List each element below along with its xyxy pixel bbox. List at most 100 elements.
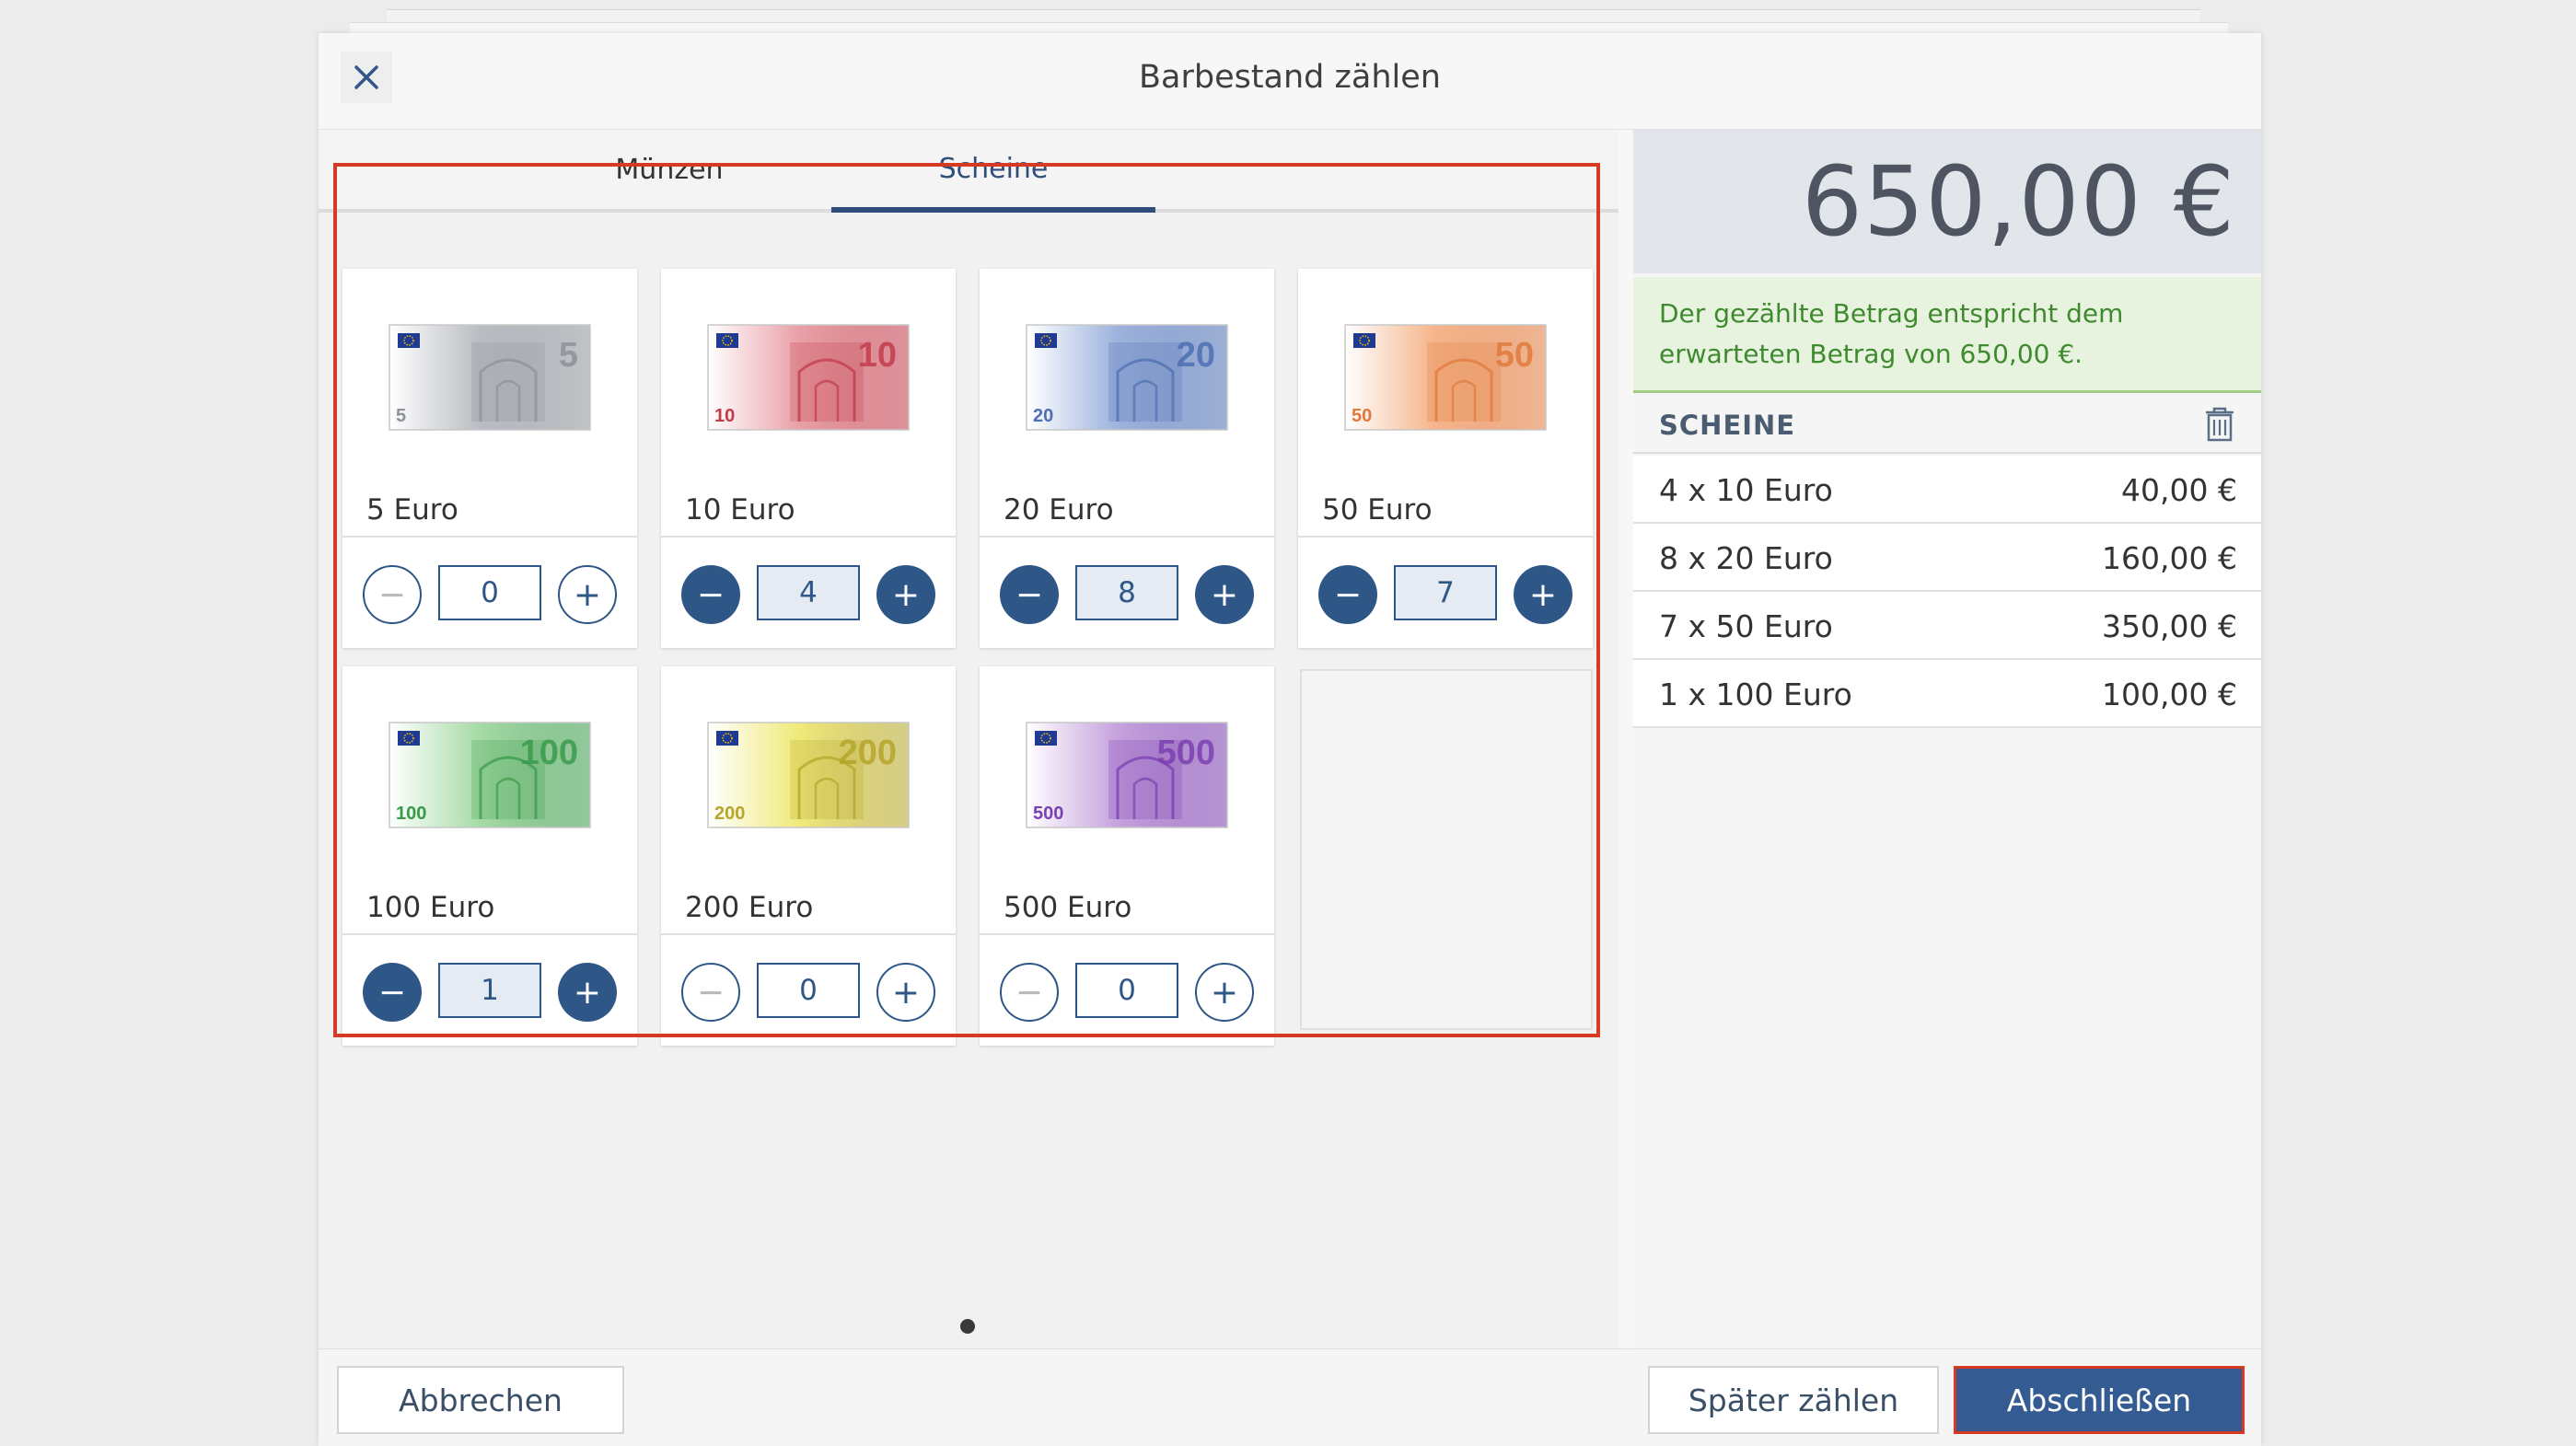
decrement-button[interactable]: − bbox=[681, 963, 740, 1022]
banknote-image: 10 10 bbox=[707, 324, 910, 431]
banknote-label: 10 Euro bbox=[685, 493, 795, 526]
denomination-tabs: Münzen Scheine bbox=[319, 130, 1619, 213]
finish-button[interactable]: Abschließen bbox=[1954, 1366, 2245, 1434]
banknote-label: 100 Euro bbox=[366, 891, 495, 924]
quantity-stepper: − 8 + bbox=[980, 538, 1274, 648]
eu-flag-icon bbox=[1353, 333, 1375, 348]
eu-flag-icon bbox=[1035, 333, 1057, 348]
banknote-card: 500 500 500 Euro − 0 + bbox=[980, 666, 1274, 1046]
decrement-button[interactable]: − bbox=[1000, 565, 1059, 624]
dialog-title: Barbestand zählen bbox=[1139, 59, 1441, 96]
increment-button[interactable]: + bbox=[1195, 963, 1254, 1022]
empty-slot bbox=[1300, 669, 1593, 1030]
total-box: 650,00 € bbox=[1633, 130, 2261, 273]
dialog-header: Barbestand zählen bbox=[319, 33, 2261, 130]
decrement-button[interactable]: − bbox=[1318, 565, 1377, 624]
plus-icon: + bbox=[573, 575, 602, 614]
banknote-value-small: 500 bbox=[1033, 804, 1063, 824]
eu-flag-icon bbox=[716, 731, 738, 746]
tab-coins[interactable]: Münzen bbox=[507, 130, 831, 209]
banknote-value: 500 bbox=[1157, 734, 1215, 772]
decrement-button[interactable]: − bbox=[363, 963, 422, 1022]
minus-icon: − bbox=[377, 973, 407, 1012]
banknote-value: 50 bbox=[1495, 336, 1534, 375]
dialog-footer: Abbrechen Später zählen Abschließen bbox=[319, 1348, 2261, 1446]
minus-icon: − bbox=[696, 973, 725, 1012]
quantity-field[interactable]: 8 bbox=[1075, 565, 1178, 620]
quantity-field[interactable]: 0 bbox=[757, 963, 860, 1018]
banknote-card: 50 50 50 Euro − 7 + bbox=[1298, 269, 1593, 648]
minus-icon: − bbox=[1333, 575, 1363, 614]
eu-flag-icon bbox=[398, 333, 420, 348]
banknote-card: 10 10 10 Euro − 4 + bbox=[661, 269, 956, 648]
banknote-value: 5 bbox=[559, 336, 578, 375]
plus-icon: + bbox=[1528, 575, 1558, 614]
banknote-value: 10 bbox=[858, 336, 897, 375]
summary-pane: 650,00 € Der gezählte Betrag entspricht … bbox=[1633, 130, 2261, 1348]
count-later-button[interactable]: Später zählen bbox=[1648, 1366, 1939, 1434]
banknote-value: 100 bbox=[520, 734, 578, 772]
summary-row-label: 8 x 20 Euro bbox=[1659, 540, 1833, 576]
summary-row: 4 x 10 Euro 40,00 € bbox=[1633, 456, 2261, 524]
banknote-image: 50 50 bbox=[1344, 324, 1547, 431]
banknote-value-small: 100 bbox=[396, 804, 426, 824]
increment-button[interactable]: + bbox=[876, 963, 935, 1022]
quantity-stepper: − 1 + bbox=[342, 935, 637, 1046]
summary-row: 7 x 50 Euro 350,00 € bbox=[1633, 592, 2261, 660]
banknote-image: 200 200 bbox=[707, 722, 910, 828]
quantity-field[interactable]: 4 bbox=[757, 565, 860, 620]
decrement-button[interactable]: − bbox=[1000, 963, 1059, 1022]
count-cash-dialog: Barbestand zählen Münzen Scheine 5 5 5 E… bbox=[319, 33, 2261, 1446]
increment-button[interactable]: + bbox=[876, 565, 935, 624]
increment-button[interactable]: + bbox=[558, 963, 617, 1022]
decrement-button[interactable]: − bbox=[363, 565, 422, 624]
increment-button[interactable]: + bbox=[558, 565, 617, 624]
banknote-label: 200 Euro bbox=[685, 891, 814, 924]
summary-row: 8 x 20 Euro 160,00 € bbox=[1633, 524, 2261, 592]
banknote-label: 5 Euro bbox=[366, 493, 458, 526]
minus-icon: − bbox=[696, 575, 725, 614]
quantity-stepper: − 4 + bbox=[661, 538, 956, 648]
quantity-field[interactable]: 0 bbox=[438, 565, 541, 620]
quantity-field[interactable]: 1 bbox=[438, 963, 541, 1018]
banknote-value: 200 bbox=[839, 734, 897, 772]
summary-row-amount: 40,00 € bbox=[2121, 472, 2237, 508]
total-amount: 650,00 € bbox=[1801, 145, 2235, 258]
banknote-value-small: 50 bbox=[1352, 406, 1372, 426]
trash-icon[interactable] bbox=[2202, 406, 2237, 443]
banknote-value-small: 200 bbox=[714, 804, 745, 824]
page-indicator-dot[interactable] bbox=[960, 1319, 975, 1334]
plus-icon: + bbox=[1210, 575, 1239, 614]
quantity-field[interactable]: 7 bbox=[1394, 565, 1497, 620]
summary-row-amount: 350,00 € bbox=[2102, 608, 2237, 644]
summary-row-label: 7 x 50 Euro bbox=[1659, 608, 1833, 644]
tab-notes[interactable]: Scheine bbox=[831, 130, 1155, 213]
plus-icon: + bbox=[891, 973, 921, 1012]
decrement-button[interactable]: − bbox=[681, 565, 740, 624]
summary-row-amount: 160,00 € bbox=[2102, 540, 2237, 576]
plus-icon: + bbox=[1210, 973, 1239, 1012]
summary-section-header: SCHEINE bbox=[1633, 397, 2261, 454]
summary-section-title: SCHEINE bbox=[1659, 410, 1796, 441]
banknote-value: 20 bbox=[1177, 336, 1215, 375]
quantity-field[interactable]: 0 bbox=[1075, 963, 1178, 1018]
banknote-image: 5 5 bbox=[389, 324, 591, 431]
quantity-stepper: − 0 + bbox=[661, 935, 956, 1046]
eu-flag-icon bbox=[398, 731, 420, 746]
banknote-value-small: 5 bbox=[396, 406, 406, 426]
quantity-stepper: − 7 + bbox=[1298, 538, 1593, 648]
summary-row-label: 1 x 100 Euro bbox=[1659, 677, 1852, 712]
banknote-value-small: 10 bbox=[714, 406, 735, 426]
banknote-card: 200 200 200 Euro − 0 + bbox=[661, 666, 956, 1046]
banknote-value-small: 20 bbox=[1033, 406, 1053, 426]
minus-icon: − bbox=[1015, 575, 1044, 614]
banknote-image: 100 100 bbox=[389, 722, 591, 828]
banknote-image: 500 500 bbox=[1026, 722, 1228, 828]
eu-flag-icon bbox=[1035, 731, 1057, 746]
increment-button[interactable]: + bbox=[1195, 565, 1254, 624]
banknote-image: 20 20 bbox=[1026, 324, 1228, 431]
cancel-button[interactable]: Abbrechen bbox=[337, 1366, 624, 1434]
increment-button[interactable]: + bbox=[1514, 565, 1572, 624]
minus-icon: − bbox=[377, 575, 407, 614]
summary-row-amount: 100,00 € bbox=[2102, 677, 2237, 712]
